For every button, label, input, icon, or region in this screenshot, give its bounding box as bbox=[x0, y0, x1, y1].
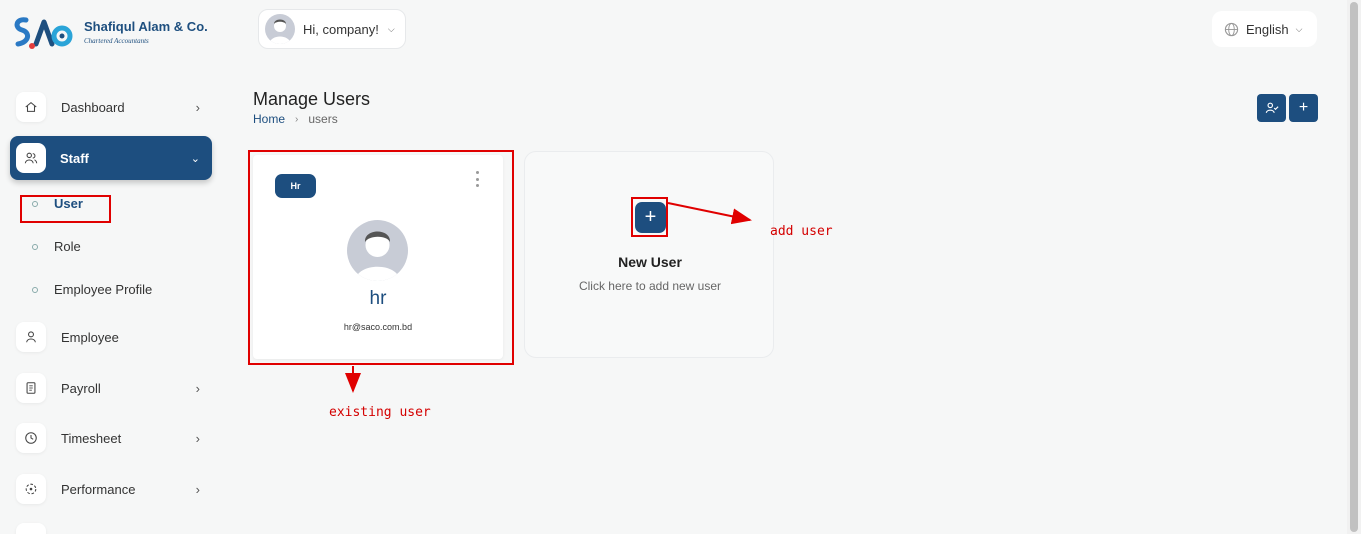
chevron-down-icon: ⌵ bbox=[387, 23, 395, 34]
scrollbar-thumb[interactable] bbox=[1350, 2, 1358, 532]
breadcrumb-current: users bbox=[308, 112, 338, 126]
sidebar-item-performance[interactable]: Performance › bbox=[16, 473, 212, 505]
sidebar-item-dashboard[interactable]: Dashboard › bbox=[16, 91, 212, 123]
language-label: English bbox=[1246, 21, 1289, 37]
chevron-right-icon: › bbox=[195, 481, 200, 497]
annotation-box-add-user bbox=[631, 197, 668, 237]
add-button[interactable]: + bbox=[1289, 94, 1318, 122]
chevron-right-icon: › bbox=[295, 113, 299, 125]
clock-icon bbox=[16, 423, 46, 453]
greeting-text: Hi, company! bbox=[303, 21, 379, 37]
breadcrumb: Home › users bbox=[253, 112, 338, 126]
sidebar-item-payroll[interactable]: Payroll › bbox=[16, 372, 212, 404]
chevron-right-icon: › bbox=[195, 380, 200, 396]
chevron-right-icon: › bbox=[195, 430, 200, 446]
target-icon bbox=[16, 474, 46, 504]
annotation-label-add-user: add user bbox=[770, 224, 833, 239]
sidebar-item-label: Staff bbox=[60, 150, 89, 166]
user-check-icon bbox=[1265, 102, 1279, 114]
sidebar-item-timesheet[interactable]: Timesheet › bbox=[16, 422, 212, 454]
sidebar-item-label: Payroll bbox=[61, 380, 101, 396]
assign-user-button[interactable] bbox=[1257, 94, 1286, 122]
plus-icon: + bbox=[1298, 99, 1309, 116]
sidebar-item-label: Dashboard bbox=[61, 99, 125, 115]
globe-icon bbox=[1224, 22, 1239, 36]
breadcrumb-home-link[interactable]: Home bbox=[253, 112, 285, 126]
sidebar-item-label: Employee bbox=[61, 329, 119, 345]
user-silhouette-icon bbox=[269, 19, 291, 44]
home-icon bbox=[16, 92, 46, 122]
sidebar-item-label: Performance bbox=[61, 481, 136, 497]
language-selector[interactable]: English ⌵ bbox=[1212, 11, 1317, 47]
sidebar-subitem-role[interactable]: Role bbox=[32, 239, 81, 254]
receipt-icon bbox=[16, 373, 46, 403]
annotation-box-user-menu bbox=[20, 195, 111, 223]
chevron-down-icon: ⌄ bbox=[190, 152, 200, 165]
logo-mark-icon bbox=[14, 17, 73, 49]
company-logo[interactable]: Shafiqul Alam & Co. Chartered Accountant… bbox=[12, 14, 232, 54]
sidebar-subitem-label: Role bbox=[54, 239, 81, 254]
chevron-right-icon: › bbox=[195, 99, 200, 115]
sidebar-item-staff[interactable]: Staff ⌄ bbox=[10, 136, 212, 180]
sidebar-item-more[interactable] bbox=[16, 522, 212, 534]
company-tagline: Chartered Accountants bbox=[84, 37, 149, 45]
annotation-label-existing-user: existing user bbox=[329, 405, 431, 420]
new-user-card[interactable]: + New User Click here to add new user bbox=[524, 151, 774, 358]
bullet-icon bbox=[32, 286, 38, 293]
person-icon bbox=[16, 322, 46, 352]
users-icon bbox=[16, 143, 46, 173]
sidebar-subitem-employee-profile[interactable]: Employee Profile bbox=[32, 282, 152, 297]
chevron-down-icon: ⌵ bbox=[1295, 23, 1303, 34]
company-name: Shafiqul Alam & Co. bbox=[84, 19, 208, 34]
sidebar-subitem-label: Employee Profile bbox=[54, 282, 153, 297]
annotation-box-existing-user bbox=[248, 150, 514, 365]
avatar bbox=[265, 14, 295, 44]
new-user-title: New User bbox=[618, 254, 682, 270]
page-title: Manage Users bbox=[253, 89, 371, 109]
sidebar-item-employee[interactable]: Employee bbox=[16, 321, 212, 353]
user-menu-button[interactable]: Hi, company! ⌵ bbox=[258, 9, 406, 49]
menu-icon bbox=[16, 523, 46, 534]
new-user-subtitle: Click here to add new user bbox=[578, 279, 722, 293]
page-scrollbar[interactable] bbox=[1347, 0, 1361, 534]
sidebar-item-label: Timesheet bbox=[61, 430, 122, 446]
bullet-icon bbox=[32, 243, 38, 250]
